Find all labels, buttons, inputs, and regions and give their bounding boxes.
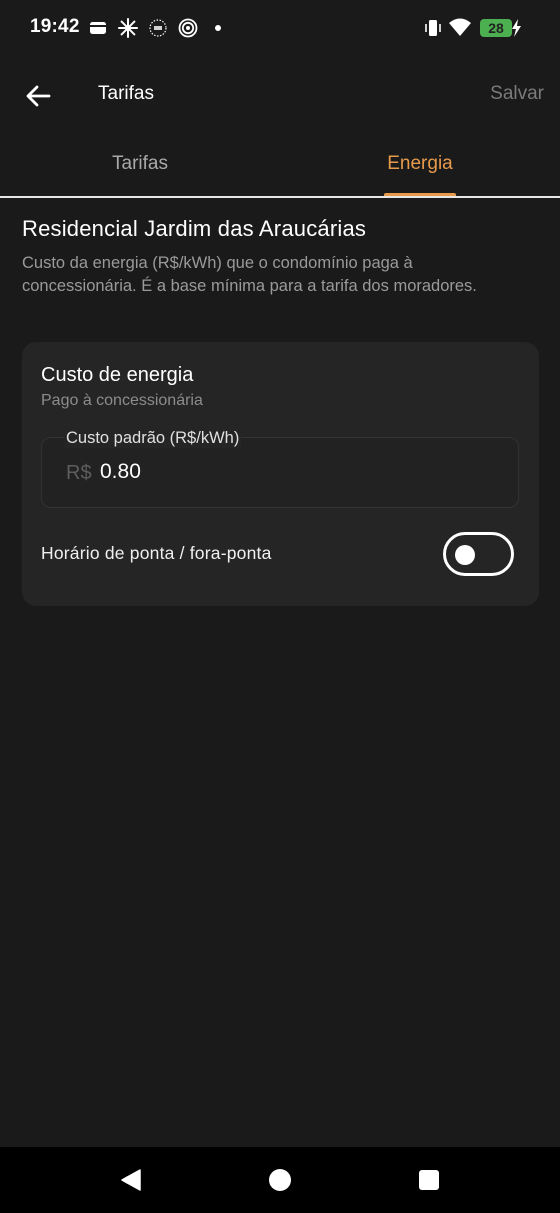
tab-tarifas[interactable]: Tarifas — [0, 136, 280, 196]
condo-description: Custo da energia (R$/kWh) que o condomín… — [22, 254, 477, 295]
pinwheel-icon — [118, 18, 138, 38]
arrow-left-icon — [26, 85, 51, 107]
home-circle-icon — [269, 1169, 291, 1191]
nfc-dots-icon — [148, 18, 168, 38]
default-cost-field: Custo padrão (R$/kWh) R$ — [41, 428, 519, 508]
battery-icon: 28 — [480, 19, 512, 37]
back-triangle-icon — [121, 1169, 141, 1191]
card-title: Custo de energia — [41, 364, 194, 386]
status-bar: 19:42 28 — [0, 0, 560, 56]
nav-recents-button[interactable] — [416, 1167, 442, 1193]
default-cost-label: Custo padrão (R$/kWh) — [64, 428, 242, 448]
recents-square-icon — [419, 1170, 439, 1190]
peak-hours-label: Horário de ponta / fora-ponta — [41, 543, 272, 563]
tab-divider — [0, 196, 560, 198]
system-nav-bar — [0, 1147, 560, 1213]
toggle-knob — [455, 545, 475, 565]
screen: 19:42 28 Tarifas Salvar Tarifas Energia … — [0, 0, 560, 1213]
peak-hours-toggle[interactable] — [443, 532, 514, 576]
spiral-icon — [178, 18, 198, 38]
tab-energia[interactable]: Energia — [280, 136, 560, 196]
default-cost-input[interactable] — [100, 460, 480, 484]
battery-level: 28 — [488, 20, 504, 36]
energy-cost-card: Custo de energia Pago à concessionária C… — [22, 342, 539, 606]
page-title: Tarifas — [98, 83, 154, 104]
currency-prefix: R$ — [66, 462, 92, 484]
condo-name: Residencial Jardim das Araucárias — [22, 216, 367, 241]
dot-icon — [208, 18, 228, 38]
charging-bolt-icon — [510, 18, 522, 43]
wifi-icon — [448, 16, 472, 43]
status-time: 19:42 — [30, 16, 80, 37]
nav-back-button[interactable] — [118, 1167, 144, 1193]
vibrate-icon — [424, 19, 442, 42]
nav-home-button[interactable] — [267, 1167, 293, 1193]
wallet-icon — [88, 18, 108, 38]
back-button[interactable] — [18, 76, 58, 116]
card-subtitle: Pago à concessionária — [41, 392, 203, 409]
app-bar: Tarifas Salvar — [0, 60, 560, 130]
tab-bar: Tarifas Energia — [0, 136, 560, 198]
save-button[interactable]: Salvar — [490, 83, 544, 105]
